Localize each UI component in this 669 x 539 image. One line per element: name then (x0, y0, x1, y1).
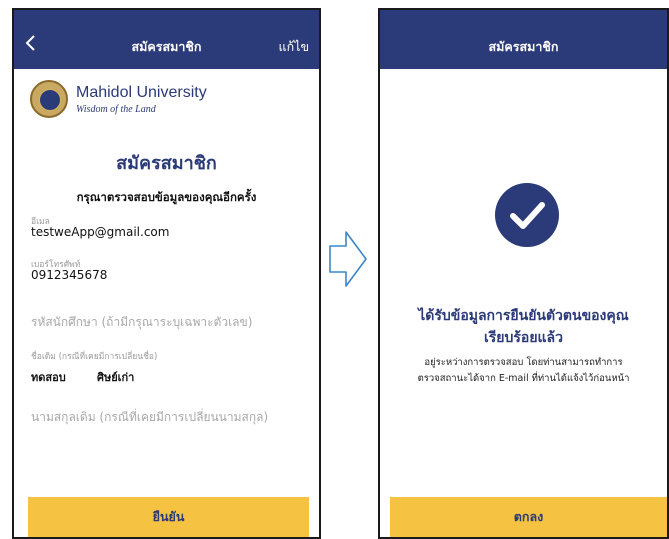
check-circle-icon (495, 183, 559, 247)
phone-field[interactable]: 0912345678 (31, 268, 107, 282)
old-last-name-field[interactable]: ศิษย์เก่า (97, 368, 134, 386)
confirm-button[interactable]: ยืนยัน (28, 497, 309, 537)
success-description-line-1: อยู่ระหว่างการตรวจสอบ โดยท่านสามารถทำการ (424, 357, 623, 368)
page-title: สมัครสมาชิก (116, 153, 217, 174)
email-field[interactable]: testweApp@gmail.com (31, 225, 169, 239)
university-seal-icon (30, 80, 68, 118)
registration-review-screen: สมัครสมาชิก แก้ไข Mahidol University Wis… (12, 8, 321, 539)
ok-button[interactable]: ตกลง (390, 497, 667, 537)
header-title: สมัครสมาชิก (131, 39, 202, 54)
old-first-name-field[interactable]: ทดสอบ (31, 368, 66, 386)
arrow-right-outline-icon (329, 231, 367, 287)
header-title: สมัครสมาชิก (488, 39, 559, 54)
old-surname-field[interactable]: นามสกุลเดิม (กรณีที่เคยมีการเปลี่ยนนามสก… (31, 408, 268, 427)
student-id-field[interactable]: รหัสนักศึกษา (ถ้ามีกรุณาระบุเฉพาะตัวเลข) (31, 313, 252, 332)
success-title-line-2: เรียบร้อยแล้ว (484, 330, 563, 346)
success-title-line-1: ได้รับข้อมูลการยืนยันตัวตนของคุณ (418, 308, 629, 324)
old-name-label: ชื่อเดิม (กรณีที่เคยมีการเปลี่ยนชื่อ) (31, 352, 158, 362)
registration-success-screen: สมัครสมาชิก ได้รับข้อมูลการยืนยันตัวตนขอ… (378, 8, 669, 539)
edit-button[interactable]: แก้ไข (279, 37, 309, 57)
page-subtitle: กรุณาตรวจสอบข้อมูลของคุณอีกครั้ง (76, 190, 257, 204)
success-description-line-2: ตรวจสถานะได้จาก E-mail ที่ท่านได้แจ้งไว้… (417, 373, 630, 384)
app-header: สมัครสมาชิก (380, 10, 667, 69)
success-title: ได้รับข้อมูลการยืนยันตัวตนของคุณ เรียบร้… (380, 305, 667, 349)
university-name: Mahidol University (76, 84, 207, 101)
university-tagline: Wisdom of the Land (76, 104, 156, 115)
app-header: สมัครสมาชิก แก้ไข (14, 10, 319, 69)
university-logo: Mahidol University Wisdom of the Land (30, 80, 270, 124)
success-description: อยู่ระหว่างการตรวจสอบ โดยท่านสามารถทำการ… (380, 355, 667, 387)
